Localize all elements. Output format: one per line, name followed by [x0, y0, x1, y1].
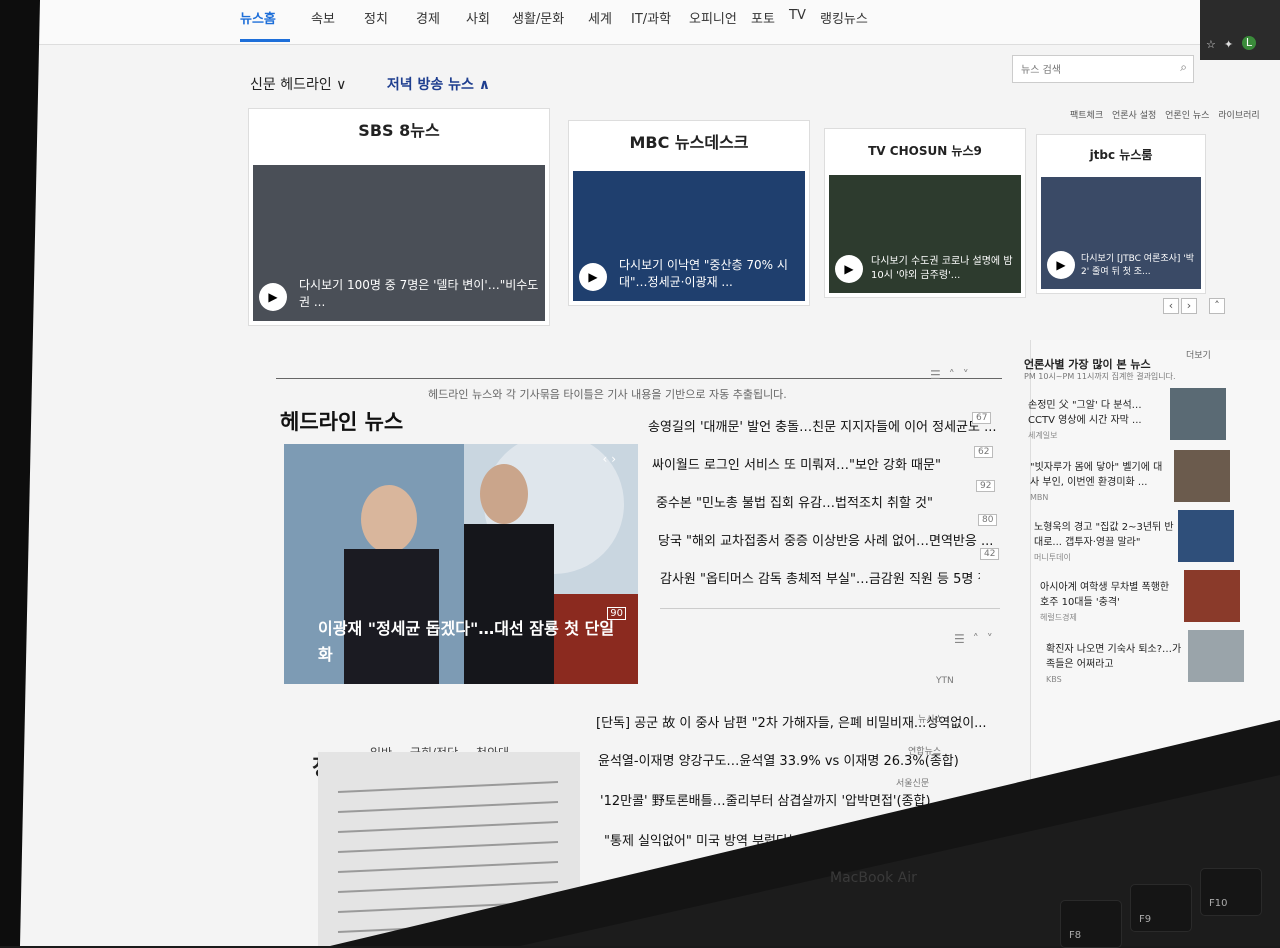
keyboard-key: F8: [1060, 900, 1122, 948]
keyboard-key: F10: [1200, 868, 1262, 916]
keyboard-key: F9: [1130, 884, 1192, 932]
laptop-bezel: [0, 0, 1280, 946]
laptop-model-label: MacBook Air: [830, 870, 917, 886]
